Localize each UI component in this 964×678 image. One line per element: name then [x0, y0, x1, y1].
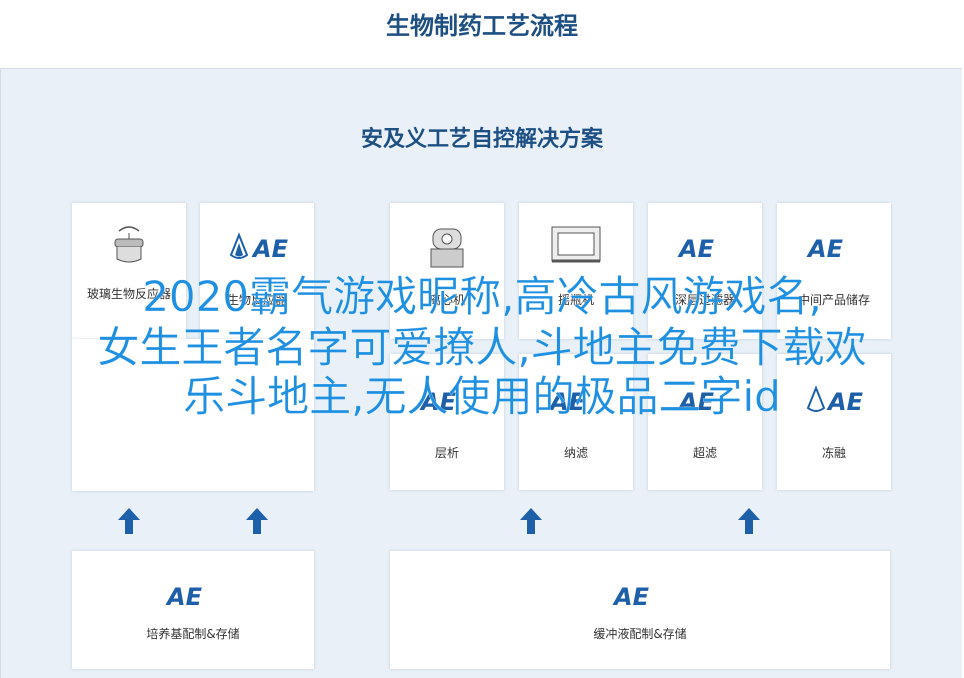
overlay-caption-line-1: 2020霸气游戏昵称,高冷古风游戏名,	[142, 272, 822, 321]
arrow-up-icon	[520, 508, 542, 534]
arrow-up-icon	[246, 508, 268, 534]
process-card-media-prep: AE 培养基配制&存储	[72, 551, 314, 669]
shaker-icon	[551, 226, 601, 263]
svg-text:AE: AE	[806, 235, 844, 263]
svg-text:AE: AE	[612, 583, 650, 611]
card-label: 超滤	[692, 446, 717, 460]
overlay-caption-line-2: 女生王者名字可爱撩人,斗地主免费下载欢	[97, 323, 867, 372]
overlay-caption-line-3: 乐斗地主,无人使用的极品二字id	[183, 372, 781, 421]
process-card-buffer-prep: AE 缓冲液配制&存储	[390, 551, 890, 669]
ae-logo-icon: AE	[165, 583, 203, 611]
card-label: 培养基配制&存储	[146, 627, 240, 641]
svg-text:AE: AE	[165, 583, 203, 611]
svg-text:AE: AE	[251, 235, 289, 263]
card-label: 纳滤	[563, 446, 588, 460]
arrow-up-icon	[738, 508, 760, 534]
diagram-subtitle: 安及义工艺自控解决方案	[360, 127, 603, 152]
ae-logo-icon: AE	[612, 583, 650, 611]
process-card-freeze-thaw: AE 冻融	[777, 354, 891, 490]
centrifuge-icon	[430, 228, 464, 268]
page-title: 生物制药工艺流程	[386, 12, 578, 40]
card-label: 冻融	[821, 446, 846, 460]
ae-logo-icon: AE	[677, 235, 715, 263]
card-label: 层析	[434, 446, 459, 460]
svg-text:AE: AE	[677, 235, 715, 263]
ae-logo-icon: AE	[806, 235, 844, 263]
card-label: 缓冲液配制&存储	[593, 627, 687, 641]
ae-logo-icon: AE	[229, 232, 289, 263]
bioreactor-icon	[114, 226, 144, 263]
arrow-up-icon	[118, 508, 140, 534]
